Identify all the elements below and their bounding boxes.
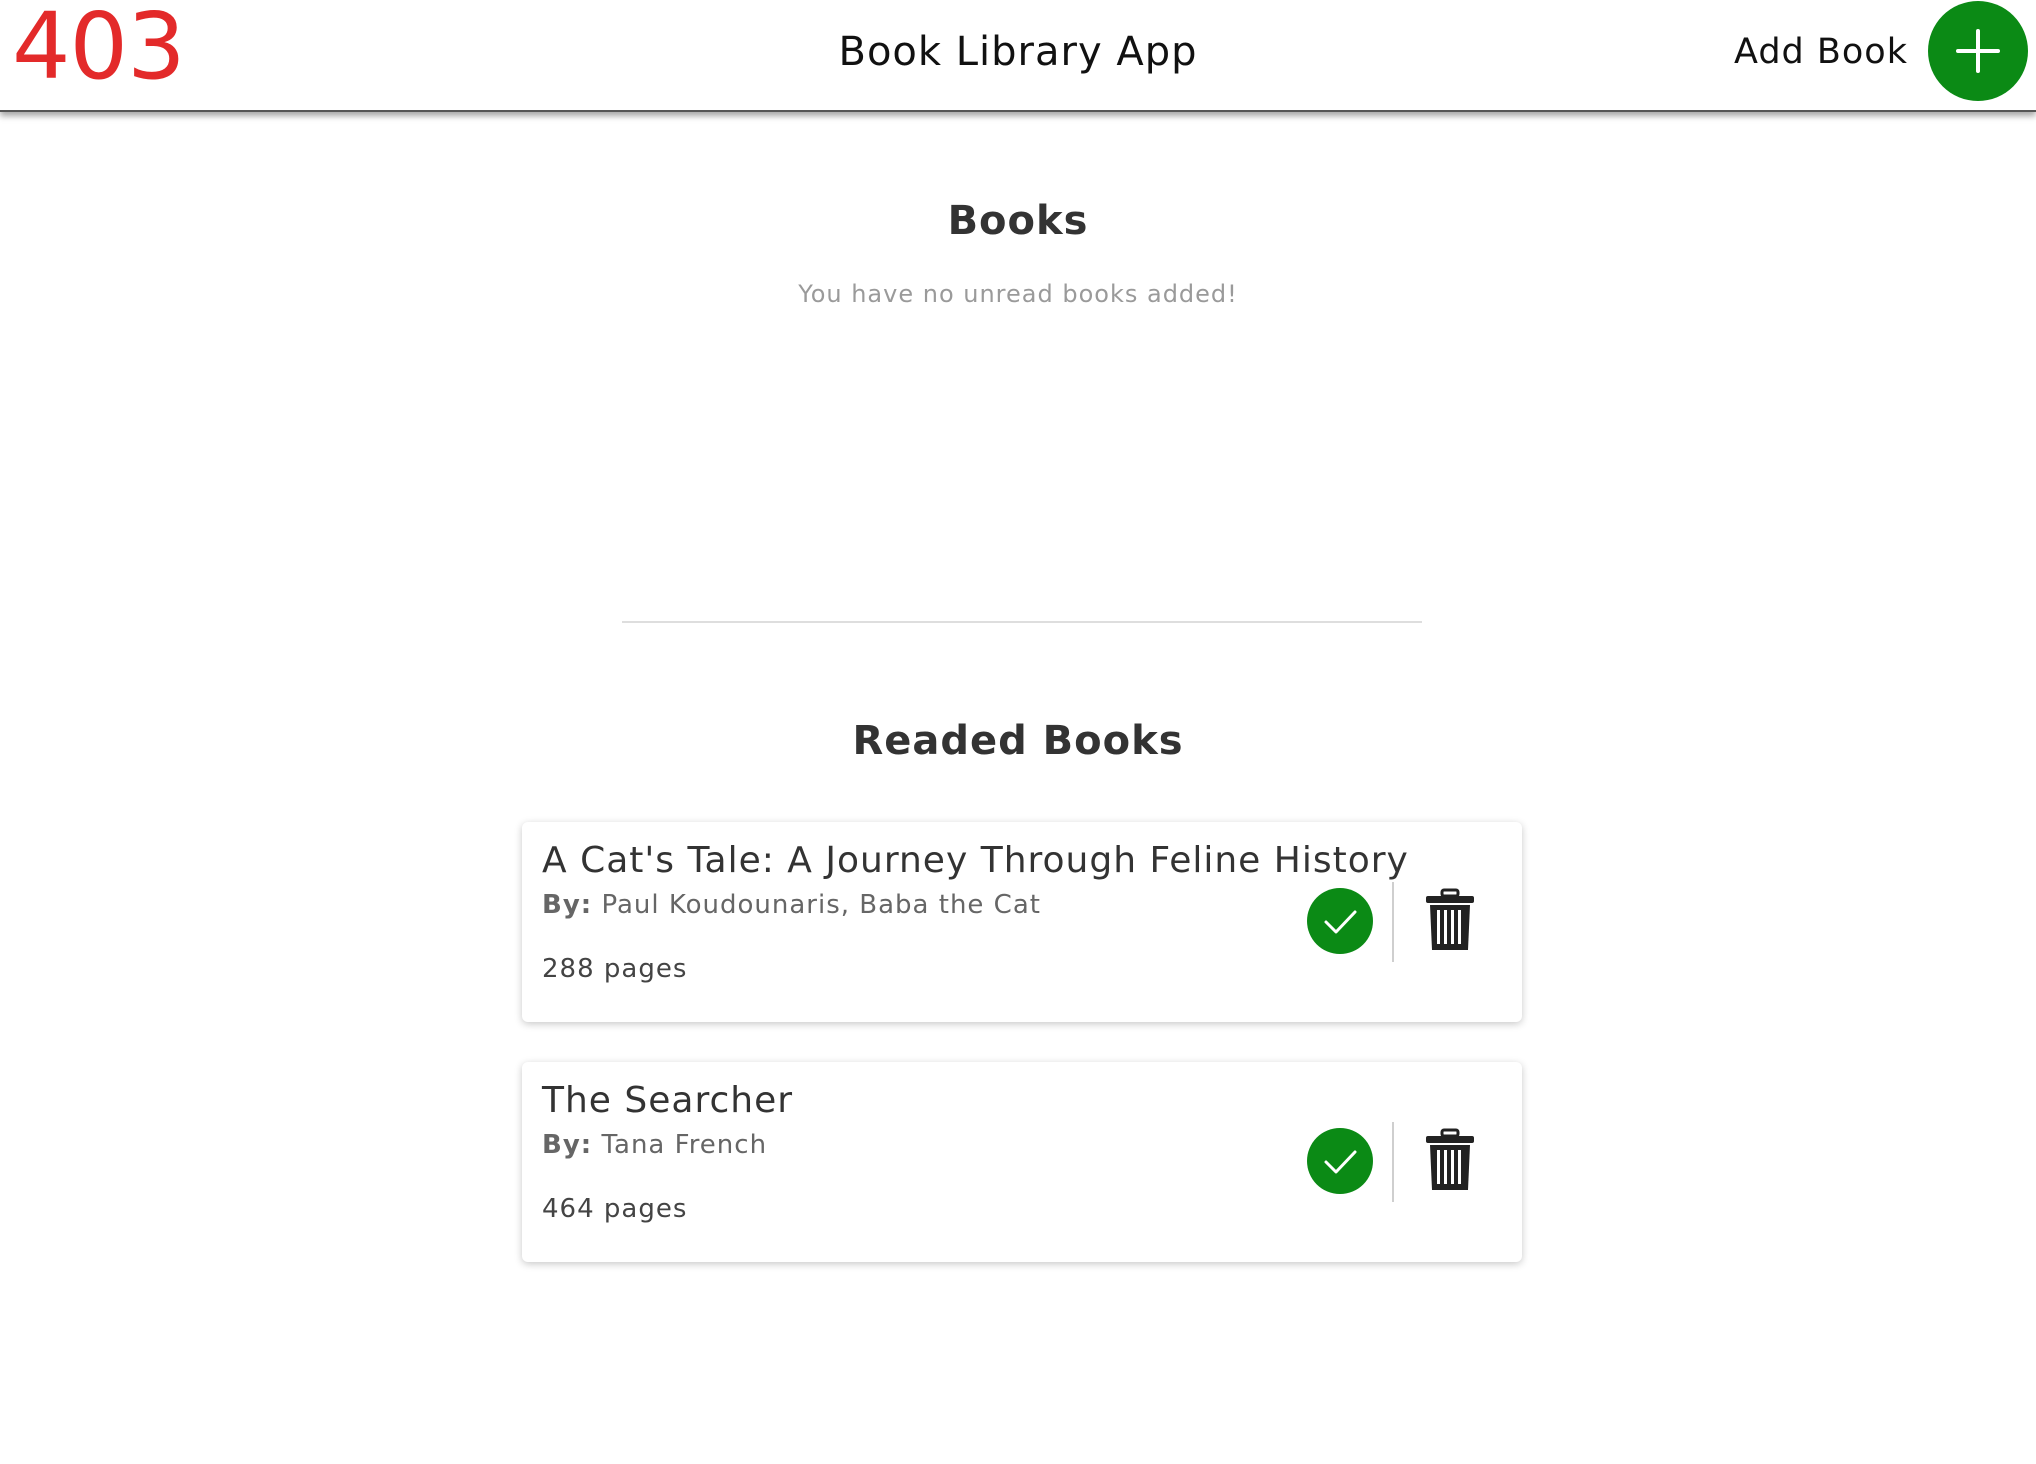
top-navbar: 403 Book Library App Add Book [0, 0, 2036, 112]
book-author: By: Paul Koudounaris, Baba the Cat [542, 890, 1041, 920]
plus-icon [1956, 29, 2000, 73]
book-author: By: Tana French [542, 1130, 767, 1160]
delete-book-button[interactable] [1410, 1120, 1490, 1200]
mark-read-button[interactable] [1307, 888, 1373, 954]
section-divider [622, 621, 1422, 623]
action-separator [1392, 1122, 1394, 1202]
delete-book-button[interactable] [1410, 880, 1490, 960]
app-title: Book Library App [838, 29, 1198, 75]
by-label: By: [542, 890, 593, 920]
book-pages: 288 pages [542, 954, 688, 984]
check-icon [1324, 1150, 1357, 1174]
book-title: A Cat's Tale: A Journey Through Feline H… [542, 840, 1409, 881]
add-book-label[interactable]: Add Book [1734, 0, 1908, 104]
book-title: The Searcher [542, 1080, 794, 1121]
by-label: By: [542, 1130, 593, 1160]
action-separator [1392, 882, 1394, 962]
author-name: Tana French [601, 1130, 768, 1160]
trash-icon [1426, 888, 1474, 950]
unread-books-heading: Books [947, 198, 1089, 244]
add-book-button[interactable] [1928, 1, 2028, 101]
check-icon [1324, 910, 1357, 934]
empty-unread-message: You have no unread books added! [798, 280, 1238, 308]
book-pages: 464 pages [542, 1194, 688, 1224]
mark-read-button[interactable] [1307, 1128, 1373, 1194]
author-name: Paul Koudounaris, Baba the Cat [601, 890, 1041, 920]
read-books-heading: Readed Books [852, 718, 1184, 764]
trash-icon [1426, 1128, 1474, 1190]
book-card: A Cat's Tale: A Journey Through Feline H… [522, 822, 1522, 1022]
book-card: The Searcher By: Tana French 464 pages [522, 1062, 1522, 1262]
